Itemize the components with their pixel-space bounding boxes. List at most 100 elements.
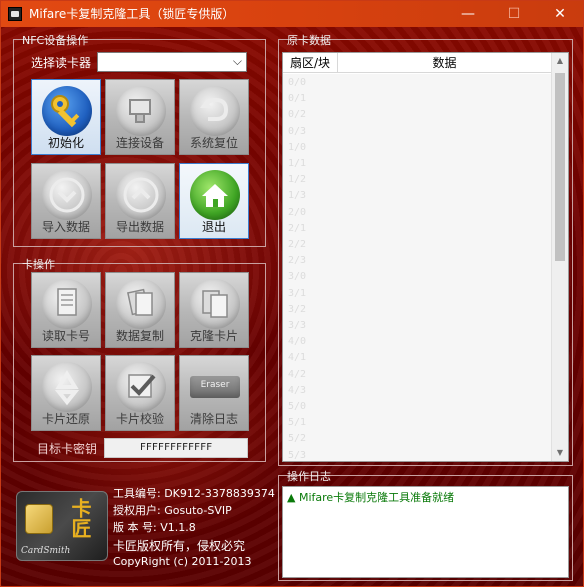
eraser-icon-text: Eraser: [200, 380, 230, 390]
table-row[interactable]: 4/2: [283, 366, 552, 383]
sector-block-cell: 5/0: [288, 401, 307, 412]
table-row[interactable]: 0/1: [283, 90, 552, 107]
table-row[interactable]: 4/0: [283, 333, 552, 350]
nfc-group-title: NFC设备操作: [22, 34, 89, 47]
log-panel[interactable]: ▲ Mifare卡复制克隆工具准备就绪: [282, 486, 569, 578]
table-row[interactable]: 4/1: [283, 349, 552, 366]
read-card-id-label: 读取卡号: [41, 329, 90, 343]
target-key-label: 目标卡密钥: [37, 442, 98, 456]
sector-block-cell: 0/3: [288, 125, 307, 137]
usb-device-icon: [116, 86, 166, 136]
sector-block-cell: 1/3: [288, 190, 307, 202]
restore-card-button[interactable]: 卡片还原: [31, 355, 101, 431]
scroll-up-icon[interactable]: ▲: [552, 53, 568, 69]
recycle-icon: [42, 362, 92, 412]
chip-icon: [25, 504, 53, 534]
table-row[interactable]: 2/2: [283, 236, 552, 253]
connect-device-button[interactable]: 连接设备: [105, 79, 175, 155]
sector-block-cell: 4/3: [288, 384, 307, 396]
sector-block-cell: 3/1: [288, 287, 307, 299]
column-header-data[interactable]: 数据: [338, 53, 552, 73]
sector-block-cell: 0/0: [288, 77, 307, 88]
tool-id-text: 工具编号: DK912-3378839374: [113, 487, 275, 500]
table-row[interactable]: 1/1: [283, 155, 552, 172]
verify-card-button[interactable]: 卡片校验: [105, 355, 175, 431]
chevron-down-icon: [42, 170, 92, 220]
minimize-button[interactable]: —: [445, 1, 491, 27]
title-bar[interactable]: Mifare卡复制克隆工具（锁匠专供版） — ☐ ✕: [1, 1, 583, 27]
sector-block-cell: 3/3: [288, 320, 307, 331]
table-row[interactable]: 4/3: [283, 382, 552, 399]
table-row[interactable]: 5/3: [283, 447, 552, 461]
reader-select[interactable]: ⌵: [97, 52, 247, 72]
raw-data-table[interactable]: 扇区/块 数据 0/0 0/1 0/2 0/3 1/0 1/1 1/2 1/3 2/0 2/1 2/…: [282, 52, 569, 462]
copy-document-icon: [116, 279, 166, 329]
sector-block-cell: 5/1: [288, 417, 307, 429]
sector-block-cell: 2/2: [288, 239, 307, 250]
copy-data-button[interactable]: 数据复制: [105, 272, 175, 348]
table-row[interactable]: 5/0: [283, 398, 552, 415]
table-row[interactable]: 1/3: [283, 187, 552, 204]
clear-log-button[interactable]: Eraser 清除日志: [179, 355, 249, 431]
table-row[interactable]: 3/1: [283, 285, 552, 302]
reader-label: 选择读卡器: [31, 56, 92, 70]
init-button[interactable]: 初始化: [31, 79, 101, 155]
table-row[interactable]: 3/0: [283, 268, 552, 285]
export-data-label: 导出数据: [115, 220, 164, 234]
window-title: Mifare卡复制克隆工具（锁匠专供版）: [29, 7, 235, 21]
init-button-label: 初始化: [47, 136, 84, 150]
raw-data-title: 原卡数据: [287, 34, 331, 47]
table-row[interactable]: 5/2: [283, 430, 552, 447]
sector-block-cell: 2/1: [288, 222, 307, 234]
table-row[interactable]: 1/0: [283, 139, 552, 156]
sector-block-cell: 0/2: [288, 109, 307, 121]
sector-block-cell: 4/2: [288, 368, 307, 380]
table-row[interactable]: 0/3: [283, 123, 552, 140]
maximize-button[interactable]: ☐: [491, 1, 537, 27]
table-row[interactable]: 5/1: [283, 414, 552, 431]
checkmark-icon: [116, 362, 166, 412]
sector-block-cell: 4/0: [288, 336, 307, 348]
scroll-thumb[interactable]: [555, 73, 565, 261]
table-row[interactable]: 2/3: [283, 252, 552, 269]
document-icon: [42, 279, 92, 329]
undo-icon: [190, 86, 240, 136]
system-reset-button[interactable]: 系统复位: [179, 79, 249, 155]
table-row[interactable]: 0/2: [283, 106, 552, 123]
target-key-field[interactable]: FFFFFFFFFFFF: [104, 438, 248, 458]
table-header: 扇区/块 数据: [283, 53, 552, 73]
read-card-id-button[interactable]: 读取卡号: [31, 272, 101, 348]
home-icon: [190, 170, 240, 220]
copyright-cn-text: 卡匠版权所有，侵权必究: [113, 539, 246, 553]
cardsmith-logo: 卡匠 CardSmith: [16, 491, 108, 561]
table-row[interactable]: 3/3: [283, 317, 552, 334]
table-row[interactable]: 2/1: [283, 220, 552, 237]
column-header-sector[interactable]: 扇区/块: [283, 53, 338, 73]
exit-button[interactable]: 退出: [179, 163, 249, 239]
clone-card-label: 克隆卡片: [189, 329, 238, 343]
sector-block-cell: 2/3: [288, 255, 307, 267]
table-row[interactable]: 1/2: [283, 171, 552, 188]
copy-data-label: 数据复制: [115, 329, 164, 343]
sector-block-cell: 1/2: [288, 174, 307, 186]
exit-label: 退出: [201, 220, 226, 234]
clone-icon: [190, 279, 240, 329]
clone-card-button[interactable]: 克隆卡片: [179, 272, 249, 348]
vertical-scrollbar[interactable]: ▲ ▼: [551, 53, 568, 461]
import-data-button[interactable]: 导入数据: [31, 163, 101, 239]
copyright-en-text: CopyRight (c) 2011-2013: [113, 555, 252, 568]
table-row[interactable]: 0/0: [283, 74, 552, 91]
sector-block-cell: 1/1: [288, 158, 307, 169]
log-entry: ▲ Mifare卡复制克隆工具准备就绪: [287, 491, 455, 504]
sector-block-cell: 1/0: [288, 141, 307, 153]
chevron-down-icon: ⌵: [232, 54, 242, 68]
system-reset-label: 系统复位: [189, 136, 238, 150]
table-row[interactable]: 3/2: [283, 301, 552, 318]
close-button[interactable]: ✕: [537, 1, 583, 27]
table-row[interactable]: 2/0: [283, 204, 552, 221]
table-body: 0/0 0/1 0/2 0/3 1/0 1/1 1/2 1/3 2/0 2/1 2/2 2/3 3/0 3…: [283, 74, 552, 461]
version-text: 版 本 号: V1.1.8: [113, 521, 196, 534]
export-data-button[interactable]: 导出数据: [105, 163, 175, 239]
scroll-down-icon[interactable]: ▼: [552, 445, 568, 461]
sector-block-cell: 3/0: [288, 271, 307, 283]
